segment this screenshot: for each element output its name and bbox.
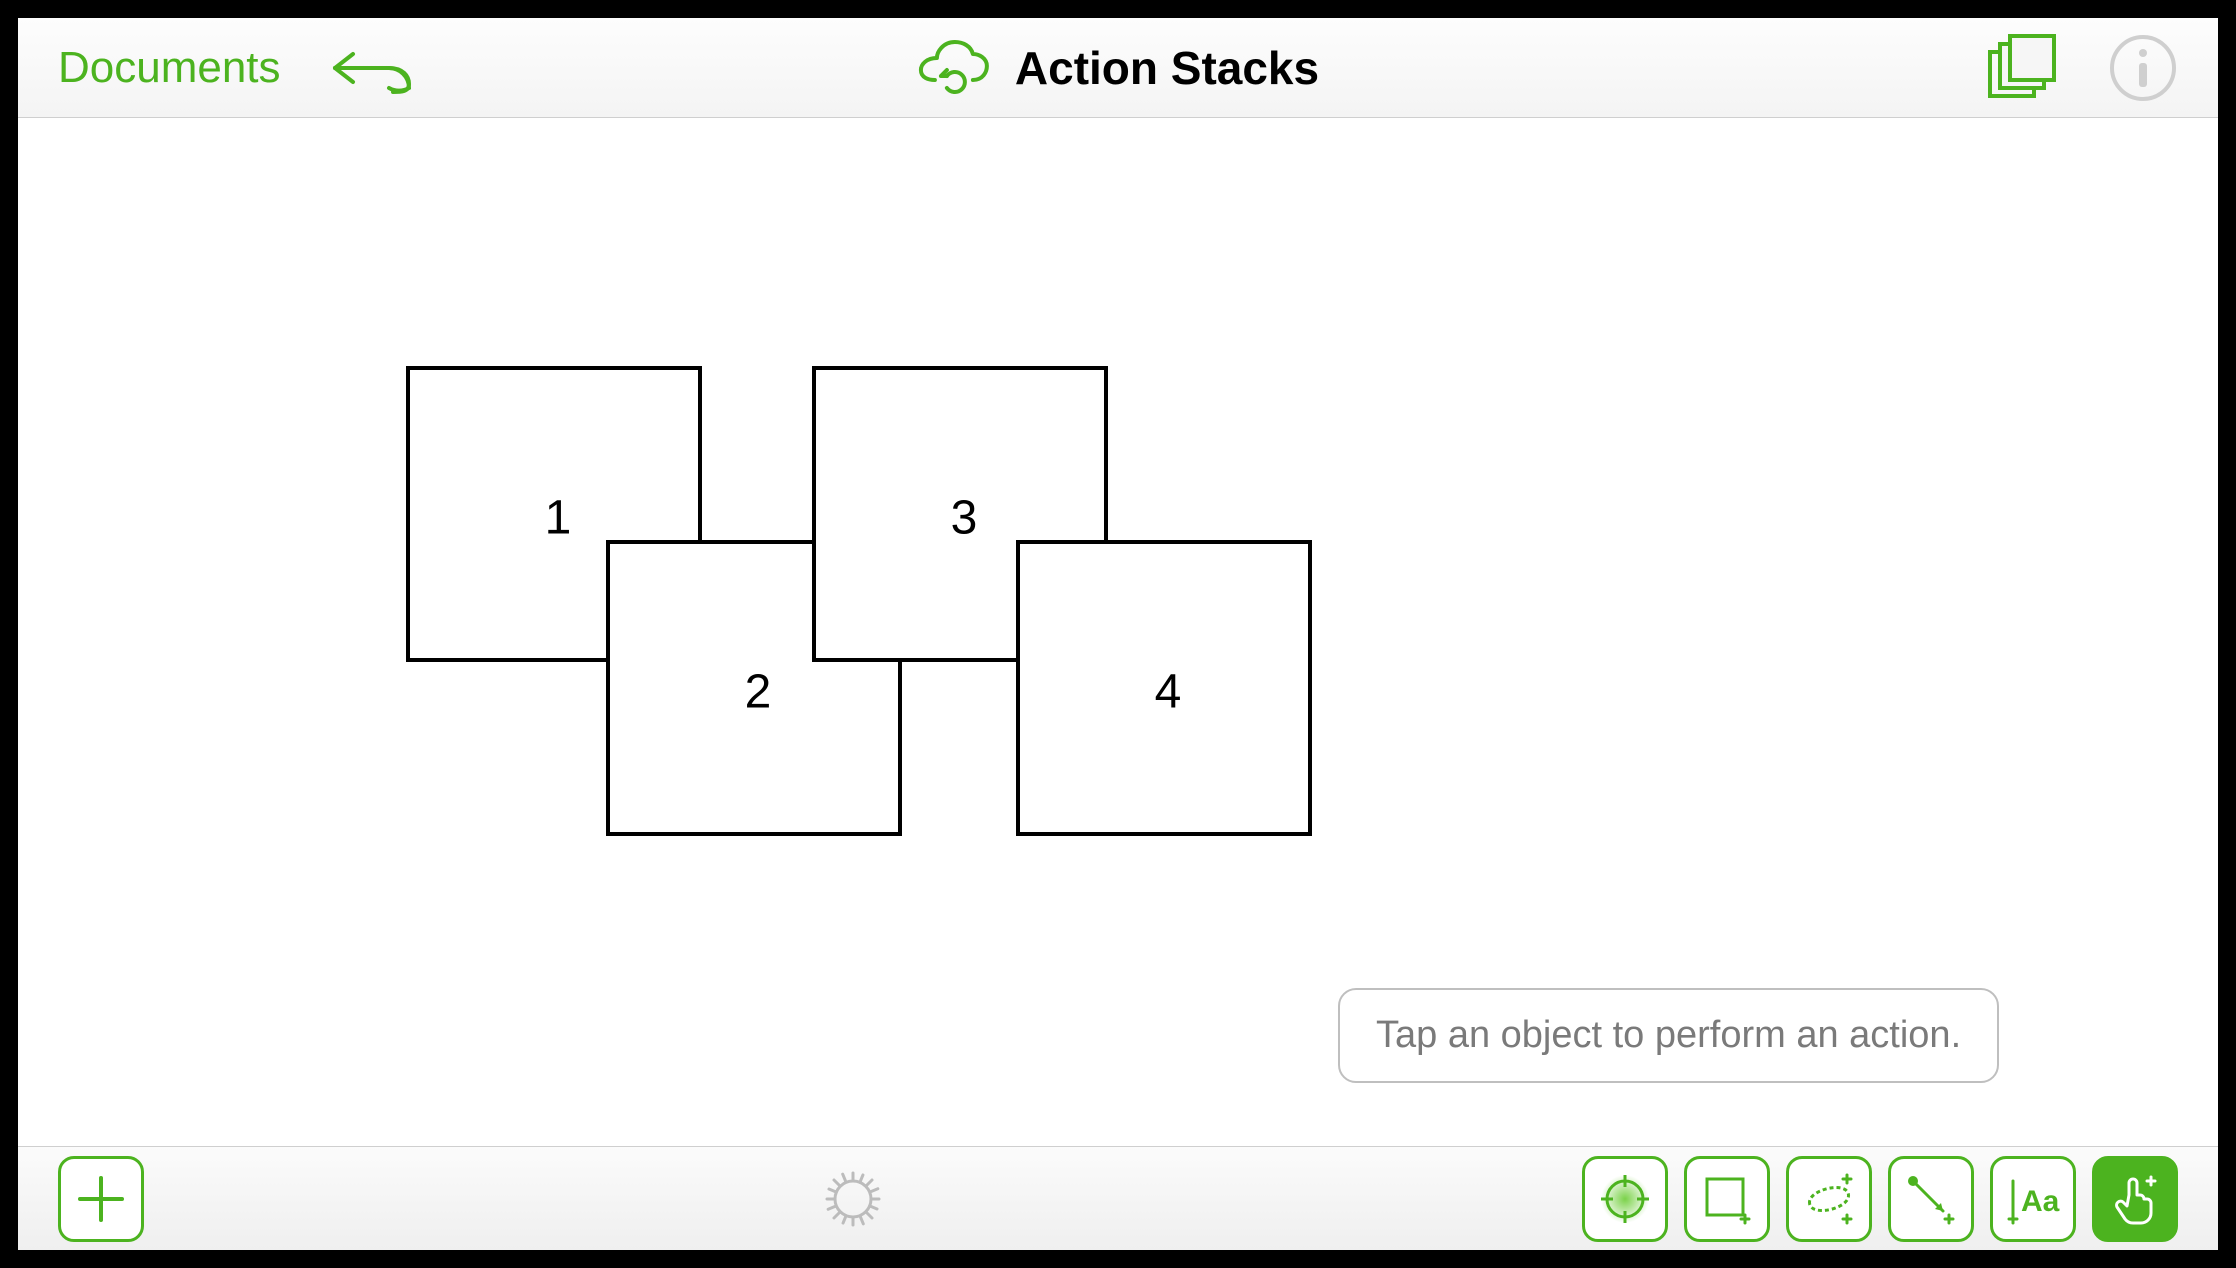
text-icon: Aa (2003, 1169, 2063, 1229)
svg-text:Aa: Aa (2021, 1185, 2060, 1218)
canvas[interactable]: 1 2 3 4 Tap an object to perform an action. (18, 118, 2218, 1146)
canvases-button[interactable] (1984, 34, 2058, 102)
page-title: Action Stacks (1015, 41, 1319, 95)
line-tool-button[interactable] (1888, 1156, 1974, 1242)
undo-icon (331, 40, 417, 96)
canvas-shape-box4[interactable]: 4 (1016, 540, 1312, 836)
cloud-sync-icon (917, 38, 991, 98)
selection-tool-button[interactable] (1582, 1156, 1668, 1242)
ellipse-tool-button[interactable] (1786, 1156, 1872, 1242)
action-tool-button[interactable] (2092, 1156, 2178, 1242)
rectangle-icon (1697, 1169, 1757, 1229)
info-button[interactable] (2108, 33, 2178, 103)
sync-button[interactable] (917, 38, 991, 98)
canvases-icon (1984, 34, 2058, 102)
text-tool-button[interactable]: Aa (1990, 1156, 2076, 1242)
style-button[interactable] (823, 1169, 883, 1229)
shape-label: 1 (545, 491, 572, 546)
shape-label: 3 (951, 491, 978, 546)
shape-label: 4 (1155, 665, 1182, 720)
ellipse-icon (1799, 1169, 1859, 1229)
hint-text: Tap an object to perform an action. (1376, 1014, 1961, 1056)
target-icon (1595, 1169, 1655, 1229)
top-toolbar: Documents Action St (18, 18, 2218, 118)
documents-button[interactable]: Documents (58, 43, 281, 93)
bottom-toolbar: Aa (18, 1146, 2218, 1250)
rectangle-tool-button[interactable] (1684, 1156, 1770, 1242)
info-icon (2108, 33, 2178, 103)
shape-label: 2 (745, 665, 772, 720)
add-button[interactable] (58, 1156, 144, 1242)
undo-button[interactable] (331, 40, 417, 96)
plus-icon (74, 1172, 128, 1226)
line-icon (1901, 1169, 1961, 1229)
gear-icon (823, 1169, 883, 1229)
tap-hand-icon (2105, 1169, 2165, 1229)
hint-tooltip: Tap an object to perform an action. (1338, 988, 1999, 1083)
